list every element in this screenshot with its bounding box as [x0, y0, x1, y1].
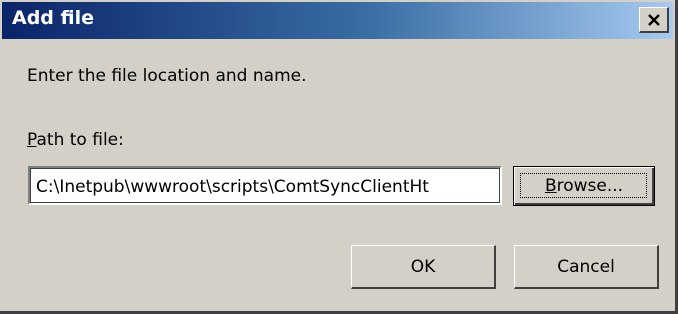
title-bar[interactable]: Add file: [2, 2, 673, 39]
browse-button[interactable]: Browse...: [513, 166, 655, 206]
cancel-label: Cancel: [557, 256, 615, 277]
cancel-button[interactable]: Cancel: [514, 245, 659, 289]
close-button[interactable]: [639, 7, 669, 33]
ok-label: OK: [410, 256, 436, 277]
close-icon: [647, 13, 660, 26]
path-label-accelerator: P: [27, 130, 37, 150]
path-input[interactable]: [28, 166, 502, 205]
path-field-label: Path to file:: [27, 130, 124, 150]
path-label-text: ath to file:: [36, 130, 124, 150]
dialog-title: Add file: [12, 7, 95, 29]
ok-button[interactable]: OK: [351, 245, 496, 289]
focus-indicator: [520, 173, 647, 198]
instruction-text: Enter the file location and name.: [27, 66, 307, 86]
add-file-dialog: Add file Enter the file location and nam…: [0, 0, 678, 314]
